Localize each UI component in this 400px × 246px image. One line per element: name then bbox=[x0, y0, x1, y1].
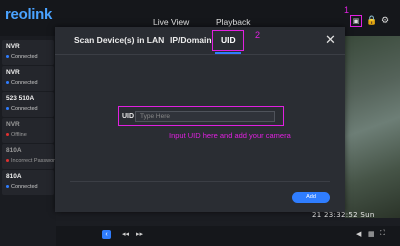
device-item[interactable]: NVR Connected bbox=[2, 66, 54, 91]
instruction-annotation: Input UID here and add your camera bbox=[169, 131, 291, 140]
device-status: Incorrect Password bbox=[11, 158, 59, 164]
device-status: Connected bbox=[11, 54, 38, 60]
device-item[interactable]: 810A Incorrect Password bbox=[2, 144, 58, 169]
video-timestamp: 21 23:32:52 Sun bbox=[312, 211, 375, 219]
step-2-annotation: 2 bbox=[255, 30, 261, 40]
device-name: NVR bbox=[6, 121, 20, 128]
tab-divider bbox=[55, 54, 345, 55]
dialog-footer-divider bbox=[70, 181, 330, 182]
gear-icon[interactable]: ⚙ bbox=[379, 15, 391, 27]
add-button[interactable]: Add bbox=[292, 192, 330, 203]
camera-video-feed bbox=[345, 36, 400, 218]
device-status: Connected bbox=[11, 184, 38, 190]
fullscreen-icon[interactable]: ⛶ bbox=[380, 230, 385, 238]
device-name: NVR bbox=[6, 69, 20, 76]
volume-icon[interactable]: ◀ bbox=[356, 230, 361, 238]
status-dot bbox=[6, 81, 9, 85]
add-device-dialog: Scan Device(s) in LAN IP/Domain UID ✕ UI… bbox=[55, 27, 345, 212]
lock-icon[interactable]: 🔒 bbox=[366, 15, 378, 27]
status-dot bbox=[6, 107, 9, 111]
add-device-icon[interactable]: ▣ bbox=[350, 15, 362, 27]
device-item[interactable]: 810A Connected bbox=[2, 170, 54, 195]
device-status: Offline bbox=[11, 132, 27, 138]
device-status: Connected bbox=[11, 106, 38, 112]
status-dot bbox=[6, 133, 9, 137]
tab-ip-domain[interactable]: IP/Domain bbox=[170, 35, 212, 45]
device-sidebar: NVR Connected NVR Connected 523 510A Con… bbox=[0, 36, 58, 246]
uid-input[interactable] bbox=[135, 111, 275, 122]
playback-control-bar: ‹ ◂◂ ▸▸ ◀ ▦ ⛶ bbox=[56, 226, 400, 246]
layout-icon[interactable]: ▦ bbox=[368, 230, 375, 238]
device-item[interactable]: 523 510A Connected bbox=[2, 92, 54, 117]
close-icon[interactable]: ✕ bbox=[325, 32, 336, 48]
device-name: 810A bbox=[6, 147, 22, 154]
status-dot bbox=[6, 55, 9, 59]
device-name: 523 510A bbox=[6, 95, 35, 102]
reolink-logo: reolink bbox=[5, 6, 53, 23]
rewind-icon[interactable]: ◂◂ bbox=[122, 230, 129, 238]
device-status: Connected bbox=[11, 80, 38, 86]
device-item[interactable]: NVR Connected bbox=[2, 40, 54, 65]
status-dot bbox=[6, 159, 9, 163]
device-item[interactable]: NVR Offline bbox=[2, 118, 54, 143]
forward-icon[interactable]: ▸▸ bbox=[136, 230, 143, 238]
previous-icon[interactable]: ‹ bbox=[102, 230, 111, 239]
status-dot bbox=[6, 185, 9, 189]
tab-uid[interactable]: UID bbox=[221, 35, 236, 45]
uid-label: UID bbox=[122, 113, 135, 120]
device-name: NVR bbox=[6, 43, 20, 50]
tab-scan-lan[interactable]: Scan Device(s) in LAN bbox=[74, 35, 164, 45]
step-1-annotation: 1 bbox=[344, 5, 350, 15]
tab-playback[interactable]: Playback bbox=[216, 17, 251, 27]
tab-live-view[interactable]: Live View bbox=[153, 17, 189, 27]
device-name: 810A bbox=[6, 173, 22, 180]
